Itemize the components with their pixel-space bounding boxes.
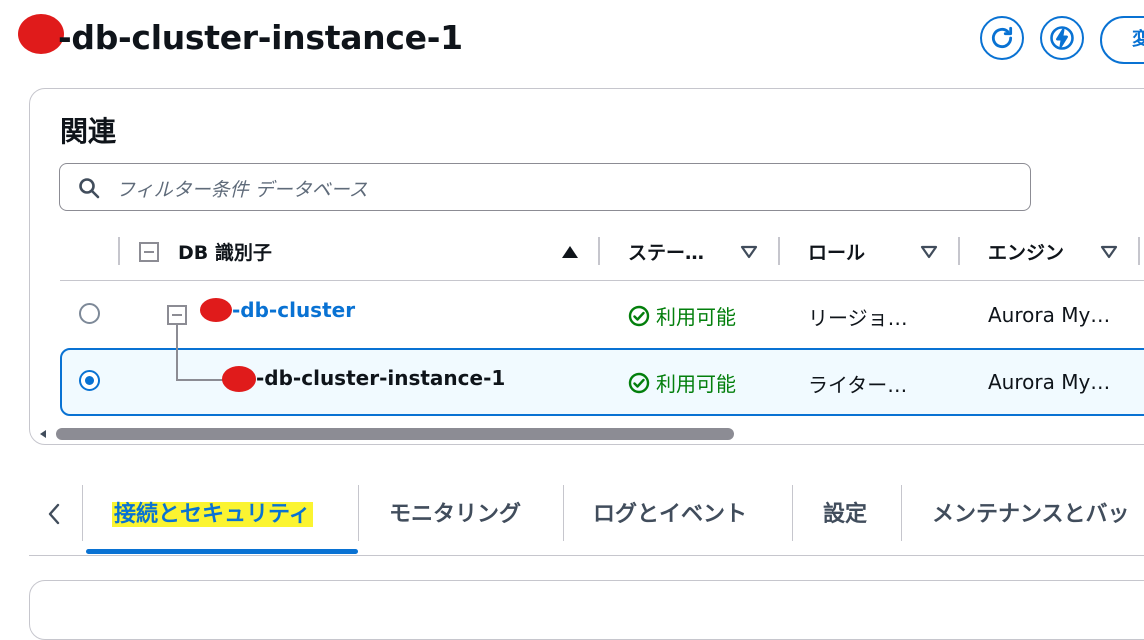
collapse-row-icon[interactable] xyxy=(167,305,187,325)
column-divider xyxy=(958,237,960,265)
page-title: -db-cluster-instance-1 xyxy=(58,18,463,57)
engine-cell: Aurora My… xyxy=(988,303,1111,327)
refresh-icon xyxy=(991,26,1013,49)
tab-divider xyxy=(792,485,793,541)
column-divider xyxy=(1138,237,1140,265)
connect-button[interactable] xyxy=(1040,16,1084,60)
row-select-radio[interactable] xyxy=(79,370,100,391)
row-select-radio[interactable] xyxy=(79,303,100,324)
tab-divider xyxy=(901,485,902,541)
sort-icon[interactable] xyxy=(1100,245,1118,259)
active-tab-indicator xyxy=(86,549,358,554)
tree-connector xyxy=(176,325,226,381)
tab-logs-events[interactable]: ログとイベント xyxy=(593,496,747,528)
sort-icon[interactable] xyxy=(740,245,758,259)
column-divider xyxy=(778,237,780,265)
refresh-button[interactable] xyxy=(980,16,1024,60)
tab-connectivity-security[interactable]: 接続とセキュリティ xyxy=(112,496,313,528)
engine-cell: Aurora My… xyxy=(988,370,1111,394)
role-cell: リージョ… xyxy=(808,306,908,330)
db-identifier-link[interactable]: -db-cluster xyxy=(232,298,355,322)
sort-ascending-icon[interactable] xyxy=(561,245,579,259)
status-available: 利用可能 xyxy=(628,301,736,330)
lightning-icon xyxy=(1050,26,1074,50)
search-icon xyxy=(79,178,100,199)
horizontal-scrollbar-thumb[interactable] xyxy=(56,428,734,440)
table-header-divider xyxy=(60,280,1144,281)
section-title: 関連 xyxy=(60,115,117,148)
tab-maintenance-backup[interactable]: メンテナンスとバッ xyxy=(932,496,1130,528)
column-divider xyxy=(598,237,600,265)
tab-monitoring[interactable]: モニタリング xyxy=(389,496,521,528)
collapse-all-icon[interactable] xyxy=(139,242,159,262)
tab-divider xyxy=(358,485,359,541)
tab-divider xyxy=(563,485,564,541)
column-header-status[interactable]: ステー… xyxy=(628,238,704,265)
scroll-left-icon[interactable] xyxy=(38,429,48,439)
check-circle-icon xyxy=(628,372,650,393)
redaction-mark xyxy=(200,298,232,322)
column-header-role[interactable]: ロール xyxy=(808,238,865,265)
tab-configuration[interactable]: 設定 xyxy=(823,496,867,528)
status-label: 利用可能 xyxy=(656,305,736,329)
tabs-previous-icon[interactable] xyxy=(46,502,62,526)
check-circle-icon xyxy=(628,305,650,326)
role-cell: ライター… xyxy=(808,373,908,397)
status-available: 利用可能 xyxy=(628,368,736,397)
column-divider xyxy=(118,237,120,265)
tab-divider xyxy=(82,485,83,541)
modify-button[interactable]: 変 xyxy=(1100,16,1144,64)
column-header-identifier[interactable]: DB 識別子 xyxy=(178,238,272,265)
status-label: 利用可能 xyxy=(656,372,736,396)
tabs-divider xyxy=(29,555,1144,556)
tab-content-panel xyxy=(29,580,1144,640)
filter-placeholder: フィルター条件 データベース xyxy=(116,179,368,201)
sort-icon[interactable] xyxy=(920,245,938,259)
db-identifier-text: -db-cluster-instance-1 xyxy=(256,366,506,390)
redaction-mark xyxy=(222,366,256,392)
column-header-engine[interactable]: エンジン xyxy=(988,238,1064,265)
tab-label-highlighted: 接続とセキュリティ xyxy=(112,502,313,527)
